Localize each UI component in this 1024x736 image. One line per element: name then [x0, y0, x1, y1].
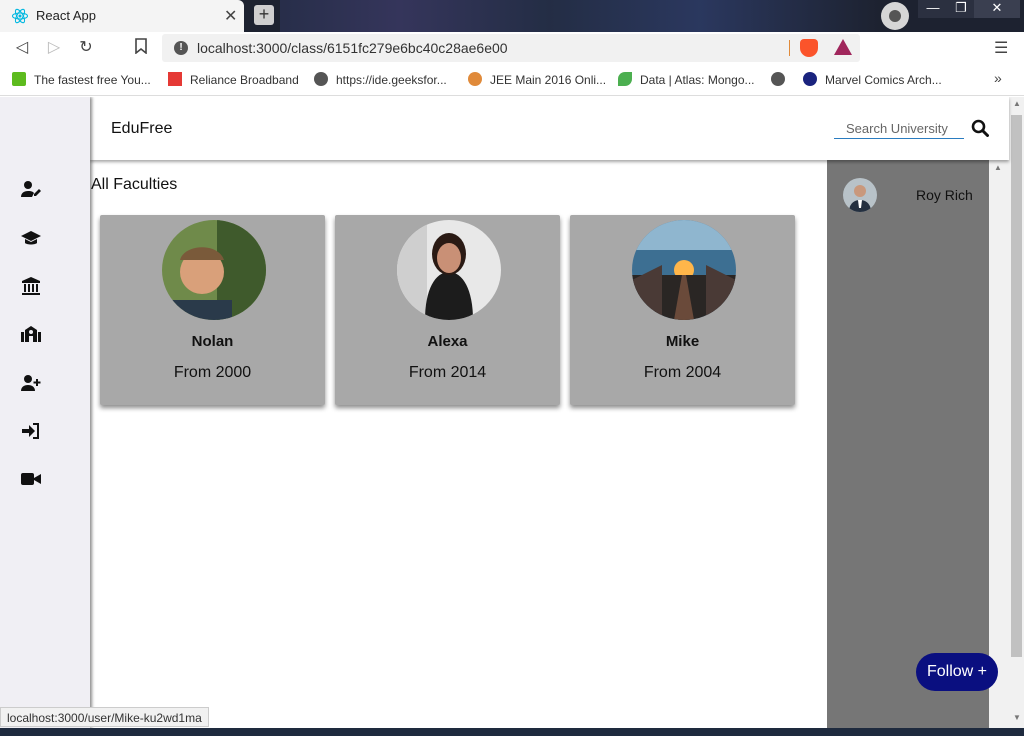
browser-tab[interactable]: React App ✕: [0, 0, 244, 32]
avatar: [397, 220, 501, 320]
suggestions-panel: Roy Rich: [827, 160, 989, 728]
suggested-user-name[interactable]: Roy Rich: [916, 187, 973, 203]
faculty-since: From 2000: [173, 364, 252, 381]
browser-title-bar: React App ✕ + — ❐ ✕: [0, 0, 1024, 32]
maximize-button[interactable]: ❐: [946, 0, 976, 18]
search-input[interactable]: [834, 119, 964, 139]
university-icon[interactable]: [21, 276, 41, 296]
user-plus-icon[interactable]: [21, 373, 41, 393]
bookmark-item[interactable]: https://ide.geeksfor...: [314, 72, 447, 87]
bookmark-item[interactable]: The fastest free You...: [12, 72, 151, 87]
close-window-button[interactable]: ✕: [974, 0, 1020, 18]
avatar: [632, 220, 736, 320]
faculty-name: Mike: [665, 333, 700, 350]
link-status-bar: localhost:3000/user/Mike-ku2wd1ma: [0, 707, 209, 727]
user-edit-icon[interactable]: [21, 179, 41, 199]
faculty-name: Alexa: [427, 333, 468, 350]
faculty-since: From 2014: [408, 364, 487, 381]
page-viewport: EduFree All Faculties Nolan From 2000 Al…: [0, 97, 1024, 728]
avatar[interactable]: [843, 178, 877, 212]
bookmark-item[interactable]: JEE Main 2016 Onli...: [468, 72, 606, 87]
faculty-card[interactable]: Nolan From 2000: [100, 215, 325, 405]
scroll-down-icon[interactable]: ▼: [1013, 713, 1021, 722]
bookmark-icon[interactable]: [131, 38, 151, 58]
search-icon[interactable]: [971, 119, 989, 137]
bookmark-item[interactable]: Reliance Broadband: [168, 72, 299, 87]
scroll-up-icon[interactable]: ▲: [994, 163, 1002, 172]
back-icon[interactable]: ◁: [12, 38, 32, 58]
browser-menu-icon[interactable]: ☰: [994, 38, 1008, 58]
os-taskbar: [0, 728, 1024, 736]
browser-toolbar: ◁ ▷ ↻ ! localhost:3000/class/6151fc279e6…: [0, 32, 1024, 64]
globe-icon: [314, 72, 328, 86]
download-icon: [12, 72, 26, 86]
video-icon[interactable]: [21, 469, 41, 489]
tab-strip-background: [280, 0, 880, 32]
faculty-card[interactable]: Mike From 2004: [570, 215, 795, 405]
tab-title: React App: [36, 8, 96, 23]
sign-in-icon[interactable]: [21, 421, 41, 441]
page-scrollbar[interactable]: ▲ ▼: [1009, 97, 1024, 728]
react-icon: [11, 7, 29, 25]
avatar: [162, 220, 266, 320]
profile-icon[interactable]: [881, 2, 909, 30]
bookmark-item[interactable]: [771, 72, 793, 87]
reload-icon[interactable]: ↻: [76, 38, 96, 58]
scroll-up-icon[interactable]: ▲: [1013, 99, 1021, 108]
app-header: EduFree: [90, 97, 1009, 160]
scrollbar-thumb[interactable]: [1011, 115, 1022, 657]
globe-icon: [771, 72, 785, 86]
brave-shield-icon[interactable]: [800, 39, 818, 57]
tab-close-icon[interactable]: ✕: [224, 6, 237, 26]
faculty-since: From 2004: [643, 364, 722, 381]
leaf-icon: [618, 72, 632, 86]
follow-button[interactable]: Follow +: [916, 653, 998, 691]
bookmarks-bar: The fastest free You... Reliance Broadba…: [0, 64, 1024, 96]
emblem-icon: [468, 72, 482, 86]
address-bar-divider: [789, 40, 790, 56]
faculty-card[interactable]: Alexa From 2014: [335, 215, 560, 405]
brave-rewards-icon[interactable]: [834, 39, 852, 55]
jio-icon: [803, 72, 817, 86]
minimize-button[interactable]: —: [918, 0, 948, 18]
forward-icon[interactable]: ▷: [44, 38, 64, 58]
bookmark-item[interactable]: Marvel Comics Arch...: [803, 72, 942, 87]
reliance-logo-icon: [168, 72, 182, 86]
new-tab-button[interactable]: +: [254, 5, 274, 25]
faculty-name: Nolan: [191, 333, 234, 350]
more-bookmarks-icon[interactable]: »: [994, 70, 1002, 86]
section-title: All Faculties: [91, 176, 178, 193]
url-text[interactable]: localhost:3000/class/6151fc279e6bc40c28a…: [197, 40, 508, 56]
graduation-cap-icon[interactable]: [21, 228, 41, 248]
school-icon[interactable]: [21, 324, 41, 344]
sidebar: [0, 97, 90, 728]
site-info-icon[interactable]: !: [174, 41, 188, 55]
panel-scrollbar[interactable]: ▲: [989, 160, 1009, 728]
address-bar[interactable]: ! localhost:3000/class/6151fc279e6bc40c2…: [162, 34, 860, 62]
app-brand[interactable]: EduFree: [111, 120, 172, 138]
bookmark-item[interactable]: Data | Atlas: Mongo...: [618, 72, 755, 87]
